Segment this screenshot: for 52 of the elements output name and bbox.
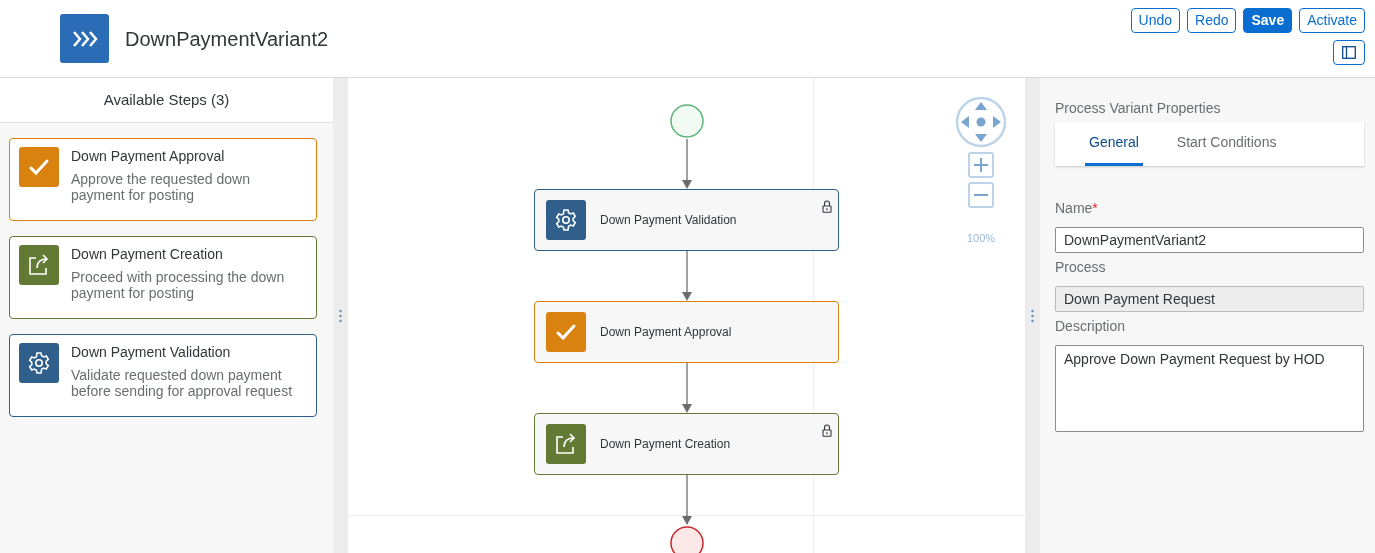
step-card[interactable]: Down Payment Approval Approve the requested down payment for posting (9, 138, 317, 221)
field-label: Description (1055, 317, 1126, 336)
step-title: Down Payment Validation (71, 343, 232, 361)
step-title: Down Payment Creation (71, 245, 224, 263)
gear-icon (27, 351, 51, 375)
connector-arrow (681, 363, 692, 413)
splitter-handle[interactable] (339, 308, 342, 323)
step-description: Validate requested down payment before sending for approval request (71, 367, 294, 399)
lock-icon (822, 423, 832, 437)
pan-control[interactable] (955, 96, 1007, 148)
toolbar-button[interactable]: Undo (1130, 8, 1180, 33)
app-logo (60, 14, 109, 63)
minus-icon (973, 194, 989, 196)
input-field[interactable]: DownPaymentVariant2 (1055, 227, 1364, 253)
zoom-level: 100% (966, 231, 996, 246)
zoom-in-button[interactable] (968, 152, 994, 178)
tab[interactable]: Start Conditions (1172, 122, 1281, 166)
lock-icon (822, 199, 832, 213)
node-label: Down Payment Approval (600, 324, 732, 341)
node-label: Down Payment Creation (600, 436, 731, 453)
description-field[interactable]: Approve Down Payment Request by HOD (1055, 345, 1364, 432)
toolbar-button[interactable]: Save (1243, 8, 1293, 33)
node-label: Down Payment Validation (600, 212, 737, 229)
step-description: Proceed with processing the down payment for posting (71, 269, 286, 301)
start-event[interactable] (669, 104, 704, 138)
plus-icon (973, 157, 989, 173)
page-title: DownPaymentVariant2 (125, 26, 329, 52)
connector-arrow (681, 251, 692, 301)
end-event[interactable] (669, 526, 704, 553)
sidebar-icon (1342, 46, 1356, 59)
panel-title: Process Variant Properties (1055, 99, 1222, 118)
panel-title: Available Steps (3) (0, 78, 333, 123)
connector-arrow (681, 139, 692, 189)
process-step-node[interactable]: Down Payment Validation (534, 189, 839, 251)
step-card[interactable]: Down Payment Validation Validate requested down payment before sending for approval request (9, 334, 317, 417)
step-card[interactable]: Down Payment Creation Proceed with processing the down payment for posting (9, 236, 317, 319)
tab[interactable]: General (1085, 122, 1143, 166)
connector-arrow (681, 475, 692, 525)
toolbar-button[interactable]: Redo (1187, 8, 1237, 33)
process-step-node[interactable]: Down Payment Approval (534, 301, 839, 363)
step-description: Approve the requested down payment for posting (71, 171, 251, 203)
process-step-node[interactable]: Down Payment Creation (534, 413, 839, 475)
share-icon (27, 253, 51, 277)
share-icon (554, 432, 578, 456)
field-label: Name* (1055, 199, 1098, 218)
toolbar-button[interactable]: Activate (1299, 8, 1365, 33)
field-label: Process (1055, 258, 1106, 277)
gear-icon (554, 208, 578, 232)
step-title: Down Payment Approval (71, 147, 226, 165)
splitter-handle[interactable] (1031, 308, 1034, 323)
zoom-out-button[interactable] (968, 182, 994, 208)
panel-toggle-button[interactable] (1333, 40, 1365, 65)
